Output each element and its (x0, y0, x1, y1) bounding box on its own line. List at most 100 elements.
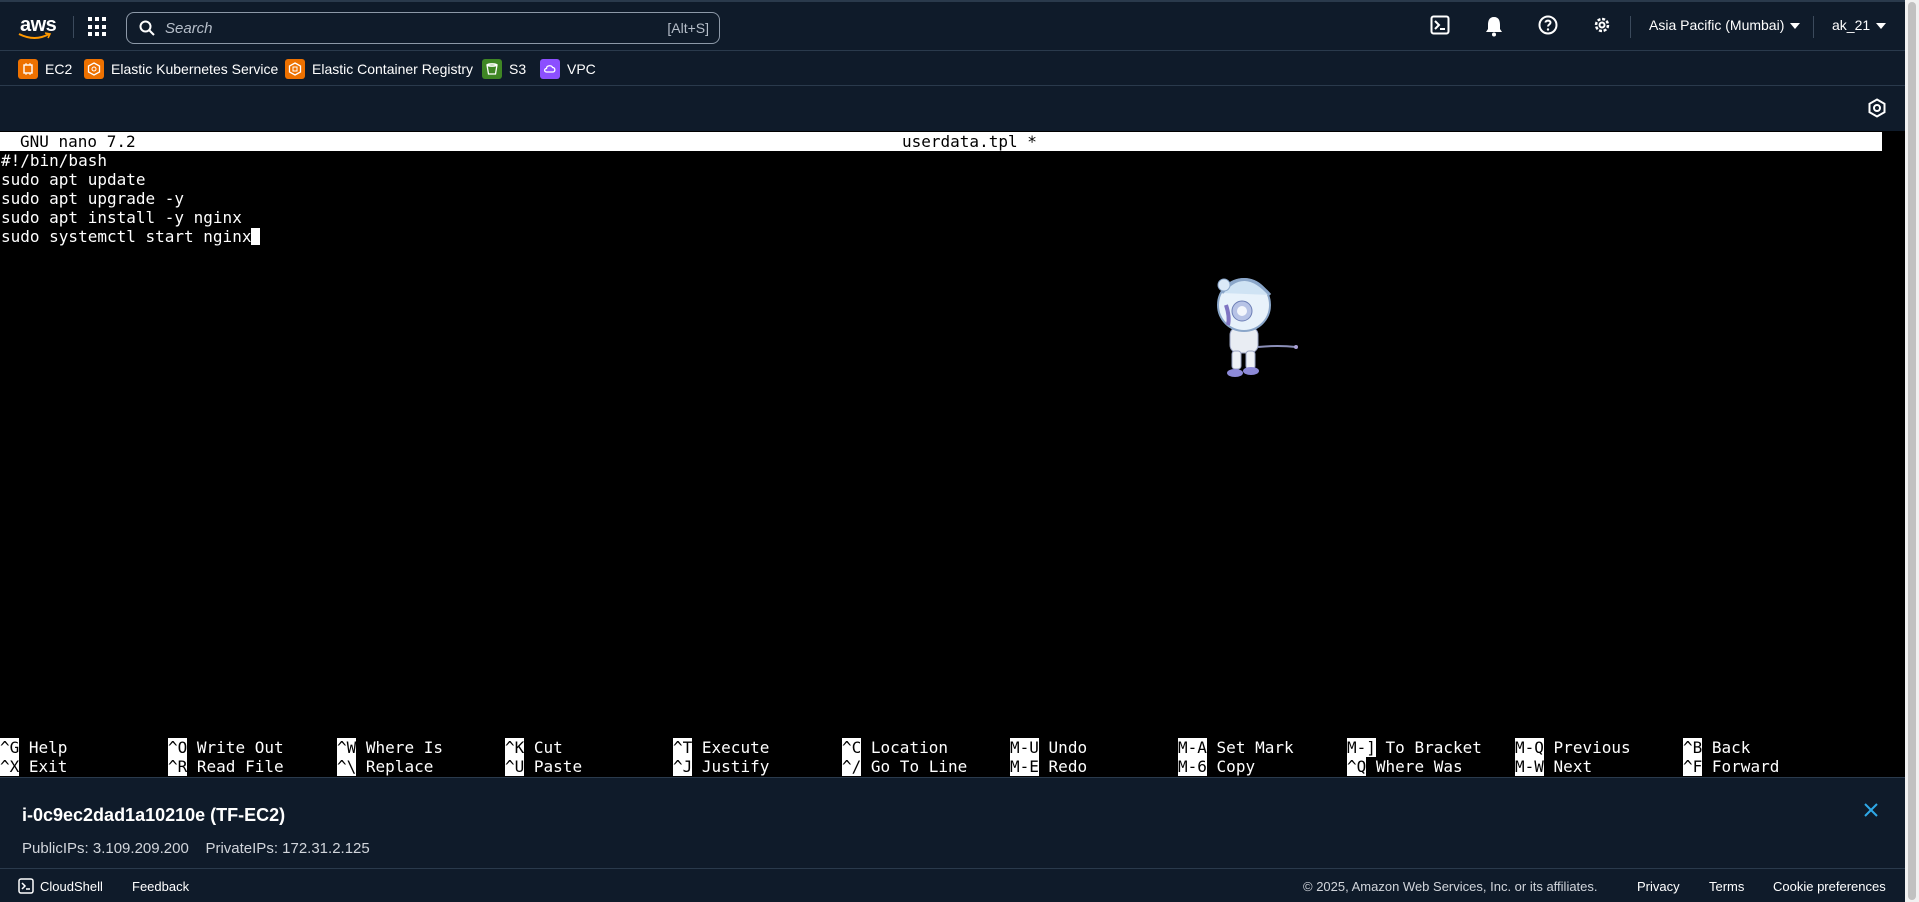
shortcut-label: Help (28, 738, 68, 757)
shortcut-help[interactable]: ^G Help (0, 738, 67, 757)
favorite-label: VPC (567, 61, 596, 77)
privacy-link[interactable]: Privacy (1637, 879, 1680, 894)
session-settings-icon[interactable] (1867, 98, 1887, 118)
shortcut-label: Execute (701, 738, 770, 757)
favorite-eks[interactable]: Elastic Kubernetes Service (84, 57, 278, 81)
region-selector[interactable]: Asia Pacific (Mumbai) (1649, 17, 1801, 33)
nano-shortcut-bar: ^G Help ^O Write Out ^W Where Is ^K Cut … (0, 738, 1905, 776)
shortcut-where-was[interactable]: ^Q Where Was (1347, 757, 1463, 776)
session-toolbar (0, 86, 1905, 131)
page-scrollbar[interactable] (1905, 0, 1919, 902)
shortcut-label: Paste (533, 757, 583, 776)
favorite-ecr[interactable]: Elastic Container Registry (285, 57, 473, 81)
terms-link[interactable]: Terms (1709, 879, 1744, 894)
shortcut-key: ^O (168, 738, 188, 757)
aws-smile-icon (18, 32, 52, 39)
settings-icon[interactable] (1592, 15, 1612, 35)
shortcut-label: Go To Line (870, 757, 968, 776)
shortcut-key: ^C (842, 738, 862, 757)
shortcut-key: ^J (673, 757, 693, 776)
shortcut-read-file[interactable]: ^R Read File (168, 757, 284, 776)
cloudshell-button[interactable]: CloudShell (18, 878, 103, 894)
shortcut-label: Read File (196, 757, 284, 776)
shortcut-previous[interactable]: M-Q Previous (1515, 738, 1631, 757)
favorite-label: Elastic Container Registry (312, 61, 474, 77)
shortcut-justify[interactable]: ^J Justify (673, 757, 769, 776)
shortcut-exit[interactable]: ^X Exit (0, 757, 67, 776)
bell-icon[interactable] (1484, 15, 1504, 37)
shortcut-to-bracket[interactable]: M-] To Bracket (1347, 738, 1482, 757)
vpc-cloud-icon (540, 59, 560, 79)
shortcut-set-mark[interactable]: M-A Set Mark (1178, 738, 1294, 757)
code-line: sudo apt install -y nginx (1, 208, 242, 227)
shortcut-redo[interactable]: M-E Redo (1010, 757, 1087, 776)
favorite-s3[interactable]: S3 (482, 57, 526, 81)
shortcut-key: ^/ (842, 757, 862, 776)
shortcut-label: Location (870, 738, 948, 757)
caret-down-icon (1876, 23, 1887, 30)
shortcut-write-out[interactable]: ^O Write Out (168, 738, 284, 757)
nav-divider (1630, 16, 1631, 38)
shortcut-replace[interactable]: ^\ Replace (337, 757, 433, 776)
shortcut-key: M-6 (1178, 757, 1207, 776)
shortcut-undo[interactable]: M-U Undo (1010, 738, 1087, 757)
shortcut-label: Copy (1216, 757, 1256, 776)
cloudshell-icon[interactable] (1430, 15, 1450, 35)
aws-logo[interactable]: aws (18, 12, 58, 42)
eks-icon (84, 59, 104, 79)
shortcut-key: ^X (0, 757, 20, 776)
shortcut-go-to-line[interactable]: ^/ Go To Line (842, 757, 967, 776)
cookie-preferences-link[interactable]: Cookie preferences (1773, 879, 1886, 894)
terminal[interactable]: GNU nano 7.2 userdata.tpl * #!/bin/bash … (0, 131, 1905, 777)
favorite-label: S3 (509, 61, 527, 77)
shortcut-label: Replace (365, 757, 434, 776)
shortcut-key: M-Q (1515, 738, 1544, 757)
shortcut-cut[interactable]: ^K Cut (505, 738, 563, 757)
shortcut-paste[interactable]: ^U Paste (505, 757, 582, 776)
shortcut-label: Justify (701, 757, 770, 776)
search-placeholder: Search (165, 19, 213, 37)
shortcut-label: Exit (28, 757, 68, 776)
help-icon[interactable] (1538, 15, 1558, 35)
shortcut-key: ^R (168, 757, 188, 776)
shortcut-label: Next (1553, 757, 1593, 776)
shortcut-label: Previous (1553, 738, 1631, 757)
shortcut-key: ^W (337, 738, 357, 757)
shortcut-label: Write Out (196, 738, 284, 757)
instance-ips: PublicIPs: 3.109.209.200 PrivateIPs: 172… (22, 840, 370, 857)
nano-title-bar: GNU nano 7.2 userdata.tpl * (0, 132, 1882, 151)
nano-version: GNU nano 7.2 (20, 132, 136, 151)
shortcut-back[interactable]: ^B Back (1683, 738, 1750, 757)
favorite-ec2[interactable]: EC2 (18, 57, 72, 81)
mascot-character-image (1217, 278, 1298, 377)
shortcut-execute[interactable]: ^T Execute (673, 738, 769, 757)
nav-divider (73, 16, 74, 38)
instance-title: i-0c9ec2dad1a10210e (TF-EC2) (22, 805, 286, 825)
shortcut-label: Redo (1048, 757, 1088, 776)
region-label: Asia Pacific (Mumbai) (1649, 17, 1785, 33)
close-icon[interactable] (1863, 802, 1879, 818)
shortcut-key: ^Q (1347, 757, 1367, 776)
shortcut-key: M-W (1515, 757, 1544, 776)
account-menu[interactable]: ak_21 (1832, 17, 1887, 33)
nav-divider (1813, 16, 1814, 38)
shortcut-label: Forward (1711, 757, 1780, 776)
scrollbar-thumb[interactable] (1908, 2, 1916, 900)
favorite-vpc[interactable]: VPC (540, 57, 596, 81)
shortcut-label: To Bracket (1385, 738, 1482, 757)
services-grid-icon[interactable] (88, 17, 108, 37)
search-input[interactable]: Search [Alt+S] (126, 12, 720, 44)
top-navigation: aws Search [Alt+S] Asia Pacific (Mumbai) (0, 0, 1919, 50)
shortcut-label: Cut (533, 738, 563, 757)
favorite-label: Elastic Kubernetes Service (111, 61, 279, 77)
instance-info-panel: i-0c9ec2dad1a10210e (TF-EC2) PublicIPs: … (0, 777, 1905, 868)
feedback-link[interactable]: Feedback (132, 879, 189, 894)
shortcut-copy[interactable]: M-6 Copy (1178, 757, 1255, 776)
code-line-current: sudo systemctl start nginx (1, 227, 261, 246)
shortcut-forward[interactable]: ^F Forward (1683, 757, 1779, 776)
shortcut-key: M-A (1178, 738, 1207, 757)
shortcut-location[interactable]: ^C Location (842, 738, 948, 757)
shortcut-where-is[interactable]: ^W Where Is (337, 738, 443, 757)
shortcut-next[interactable]: M-W Next (1515, 757, 1592, 776)
text-cursor (251, 228, 261, 245)
